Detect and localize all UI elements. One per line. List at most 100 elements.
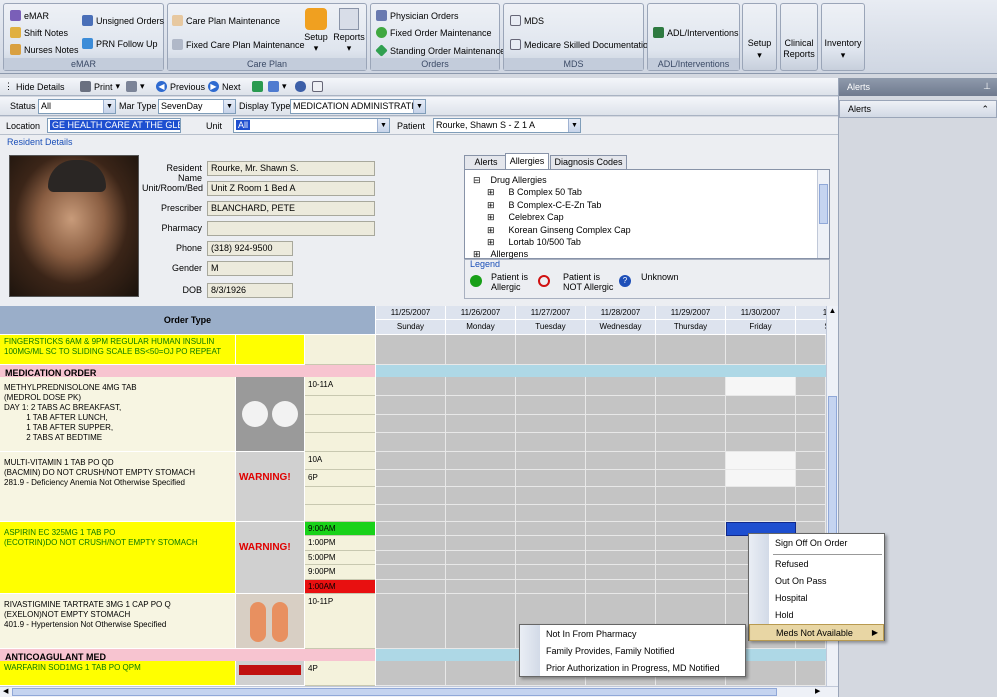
mar-day-cell[interactable] [586,504,656,522]
location-select[interactable]: GE HEALTH CARE AT THE GLEN [47,118,181,133]
order-text[interactable]: METHYLPREDNISOLONE 4MG TAB (MEDROL DOSE … [0,377,236,452]
mds-button[interactable]: MDS [510,15,544,26]
mar-day-cell[interactable] [586,579,656,594]
tab-alerts[interactable]: Alerts [464,155,508,169]
mar-day-cell[interactable] [726,414,796,434]
standing-order-button[interactable]: Standing Order Maintenance [375,44,505,57]
mar-day-cell[interactable] [796,452,826,470]
mar-day-cell[interactable] [516,504,586,522]
order-text[interactable]: WARFARIN SOD1MG 1 TAB PO QPM [0,661,236,686]
expand-icon[interactable]: ⊞ [487,200,495,211]
mar-day-cell[interactable] [516,536,586,551]
mar-day-cell[interactable] [586,377,656,396]
mar-day-cell[interactable] [376,522,446,537]
scroll-thumb-h[interactable] [12,688,777,696]
ribbon-clinical-reports-menu[interactable]: Clinical Reports [780,3,818,71]
tab-allergies[interactable]: Allergies [505,153,549,169]
mar-day-cell[interactable] [796,661,826,686]
mar-day-cell[interactable] [656,487,726,505]
scroll-thumb[interactable] [819,184,828,224]
mar-day-cell[interactable] [586,469,656,487]
tools-dropdown[interactable]: ▾ [126,81,145,92]
fixed-order-button[interactable]: Fixed Order Maintenance [376,27,492,38]
mar-day-cell[interactable] [656,550,726,566]
menu-item[interactable]: Meds Not Available [749,624,884,641]
mar-day-cell[interactable] [586,433,656,452]
order-text[interactable]: FINGERSTICKS 6AM & 9PM REGULAR HUMAN INS… [0,335,236,365]
emar-button[interactable]: eMAR [10,10,49,21]
mar-day-cell[interactable] [516,395,586,415]
mar-day-cell[interactable] [446,335,516,365]
hide-details-button[interactable]: ⋮ Hide Details [4,81,65,92]
ribbon-setup-menu[interactable]: Setup ▾ [742,3,777,71]
mar-day-cell[interactable] [446,579,516,594]
mar-day-cell[interactable] [516,487,586,505]
mar-day-cell[interactable] [376,565,446,580]
notes-button[interactable] [312,81,323,92]
mar-day-cell[interactable] [796,487,826,505]
mar-day-cell[interactable] [796,335,826,365]
scroll-right-icon[interactable]: ▶ [815,687,820,695]
physician-orders-button[interactable]: Physician Orders [376,10,459,21]
mar-day-cell[interactable] [446,377,516,396]
mar-day-cell[interactable] [376,433,446,452]
mar-day-cell[interactable] [446,487,516,505]
mar-day-cell[interactable] [586,536,656,551]
expand-icon[interactable]: ⊞ [487,187,495,198]
mar-day-cell[interactable] [656,522,726,537]
mar-day-cell[interactable] [586,335,656,365]
next-button[interactable]: ▶ Next [208,81,241,92]
mar-day-cell[interactable] [446,433,516,452]
submenu-item[interactable]: Family Provides, Family Notified [520,643,745,660]
unit-select[interactable]: All ▼ [233,118,390,133]
care-plan-maintenance-button[interactable]: Care Plan Maintenance [172,15,280,26]
mar-day-cell[interactable] [726,377,796,396]
tree-item[interactable]: ⊞ Lortab 10/500 Tab [487,237,581,248]
menu-item[interactable]: Refused [749,556,884,573]
mar-day-cell[interactable] [726,504,796,522]
mar-day-cell[interactable] [656,565,726,580]
mar-day-cell[interactable] [726,335,796,365]
mar-day-cell[interactable] [586,395,656,415]
expand-icon[interactable]: ⊞ [487,212,495,223]
nurses-notes-button[interactable]: Nurses Notes [10,44,79,55]
mar-day-cell[interactable] [656,452,726,470]
order-text[interactable]: ASPIRIN EC 325MG 1 TAB PO (ECOTRIN)DO NO… [0,522,236,594]
mar-day-cell[interactable] [446,452,516,470]
mar-day-cell[interactable] [586,565,656,580]
tab-diagnosis-codes[interactable]: Diagnosis Codes [550,155,627,169]
mar-day-cell[interactable] [656,469,726,487]
mar-day-cell[interactable] [376,550,446,566]
mar-day-cell[interactable] [796,377,826,396]
medicare-skilled-button[interactable]: Medicare Skilled Documentation [510,39,653,50]
scroll-thumb[interactable] [828,396,837,546]
refresh-button[interactable] [252,81,263,92]
mar-day-cell[interactable] [726,487,796,505]
mar-day-cell[interactable] [446,395,516,415]
mar-day-cell[interactable] [586,522,656,537]
tree-root[interactable]: ⊟ Drug Allergies [473,175,547,186]
patient-select[interactable]: Rourke, Shawn S - Z 1 A ▼ [433,118,581,133]
mar-day-cell[interactable] [796,395,826,415]
mar-day-cell[interactable] [446,504,516,522]
tree-item[interactable]: ⊞ Celebrex Cap [487,212,564,223]
submenu-item[interactable]: Not In From Pharmacy [520,626,745,643]
mar-day-cell[interactable] [376,335,446,365]
mar-type-select[interactable]: SevenDay ▼ [158,99,236,114]
mar-day-cell[interactable] [586,550,656,566]
expand-icon[interactable]: ⊞ [487,237,495,248]
menu-item[interactable]: Out On Pass [749,573,884,590]
mar-day-cell[interactable] [656,414,726,434]
tree-item[interactable]: ⊞ Korean Ginseng Complex Cap [487,225,631,236]
mar-day-cell[interactable] [376,579,446,594]
mar-day-cell[interactable] [796,469,826,487]
mar-day-cell[interactable] [796,433,826,452]
mar-day-cell[interactable] [376,661,446,686]
collapse-icon[interactable]: ⌃ [981,101,989,117]
mar-day-cell[interactable] [376,594,446,649]
mar-day-cell[interactable] [446,469,516,487]
mar-day-cell[interactable] [446,550,516,566]
menu-item[interactable]: Hold [749,607,884,624]
tree-scrollbar[interactable] [817,170,829,258]
mar-day-cell[interactable] [516,414,586,434]
